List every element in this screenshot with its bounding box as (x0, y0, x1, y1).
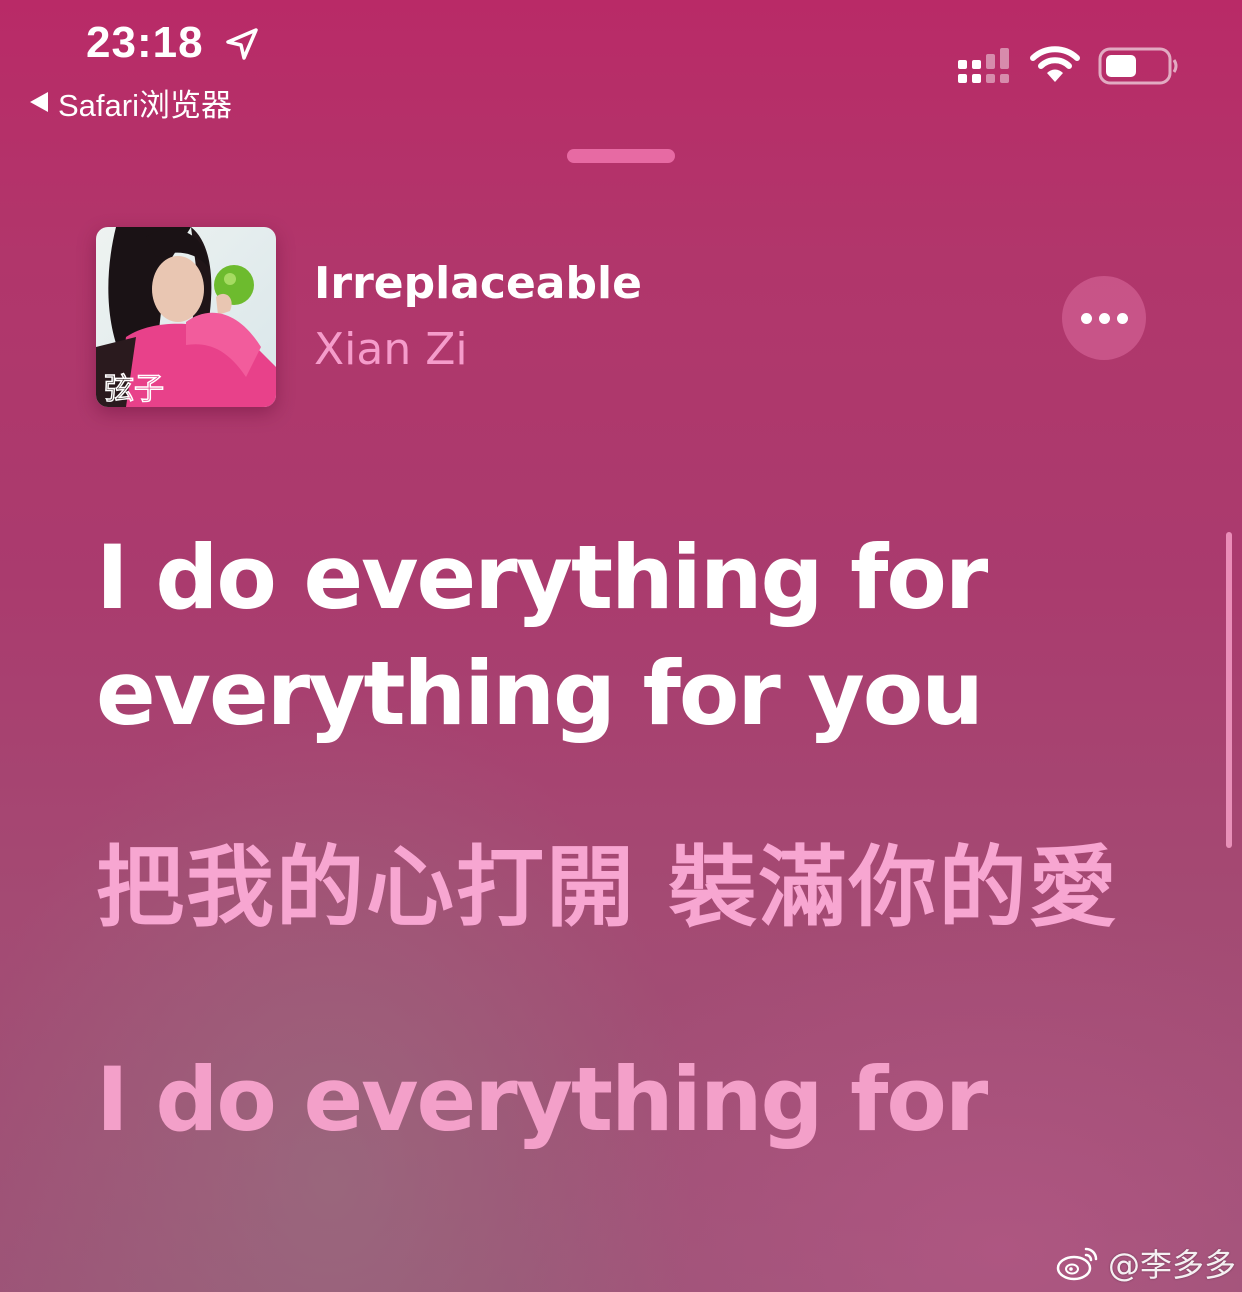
watermark: @李多多 (1056, 1240, 1236, 1286)
back-label: Safari浏览器 (58, 87, 232, 123)
wifi-icon (1030, 46, 1080, 82)
lyrics-view[interactable]: I do everything for everything for you 把… (96, 520, 1176, 1158)
ellipsis-icon (1080, 312, 1092, 324)
status-time: 23:18 (86, 18, 204, 67)
battery-icon (1098, 47, 1178, 85)
song-title[interactable]: Irreplaceable (314, 258, 642, 309)
back-arrow-icon (30, 92, 48, 112)
lyric-line-upcoming[interactable]: I do everything for (96, 1042, 1176, 1158)
album-art-text: 弦子 (104, 372, 164, 407)
ellipsis-icon-dot (1116, 312, 1128, 324)
lyric-line-next[interactable]: 把我的心打開 裝滿你的愛 (96, 830, 1176, 946)
location-arrow-icon (226, 28, 258, 60)
watermark-text: @李多多 (1108, 1246, 1237, 1284)
weibo-icon (1056, 1247, 1098, 1281)
more-options-button[interactable] (1062, 276, 1146, 360)
sheet-grabber[interactable] (567, 149, 675, 163)
ellipsis-icon-dot (1098, 312, 1110, 324)
back-to-safari-button[interactable]: Safari浏览器 (30, 82, 232, 123)
scroll-indicator[interactable] (1226, 532, 1232, 848)
album-art-image: 弦子 (96, 227, 276, 407)
album-art[interactable]: 弦子 (96, 227, 276, 407)
signal-icon (958, 48, 1009, 83)
lyric-line-active[interactable]: I do everything for everything for you (96, 520, 1176, 752)
artist-name[interactable]: Xian Zi (314, 324, 468, 375)
